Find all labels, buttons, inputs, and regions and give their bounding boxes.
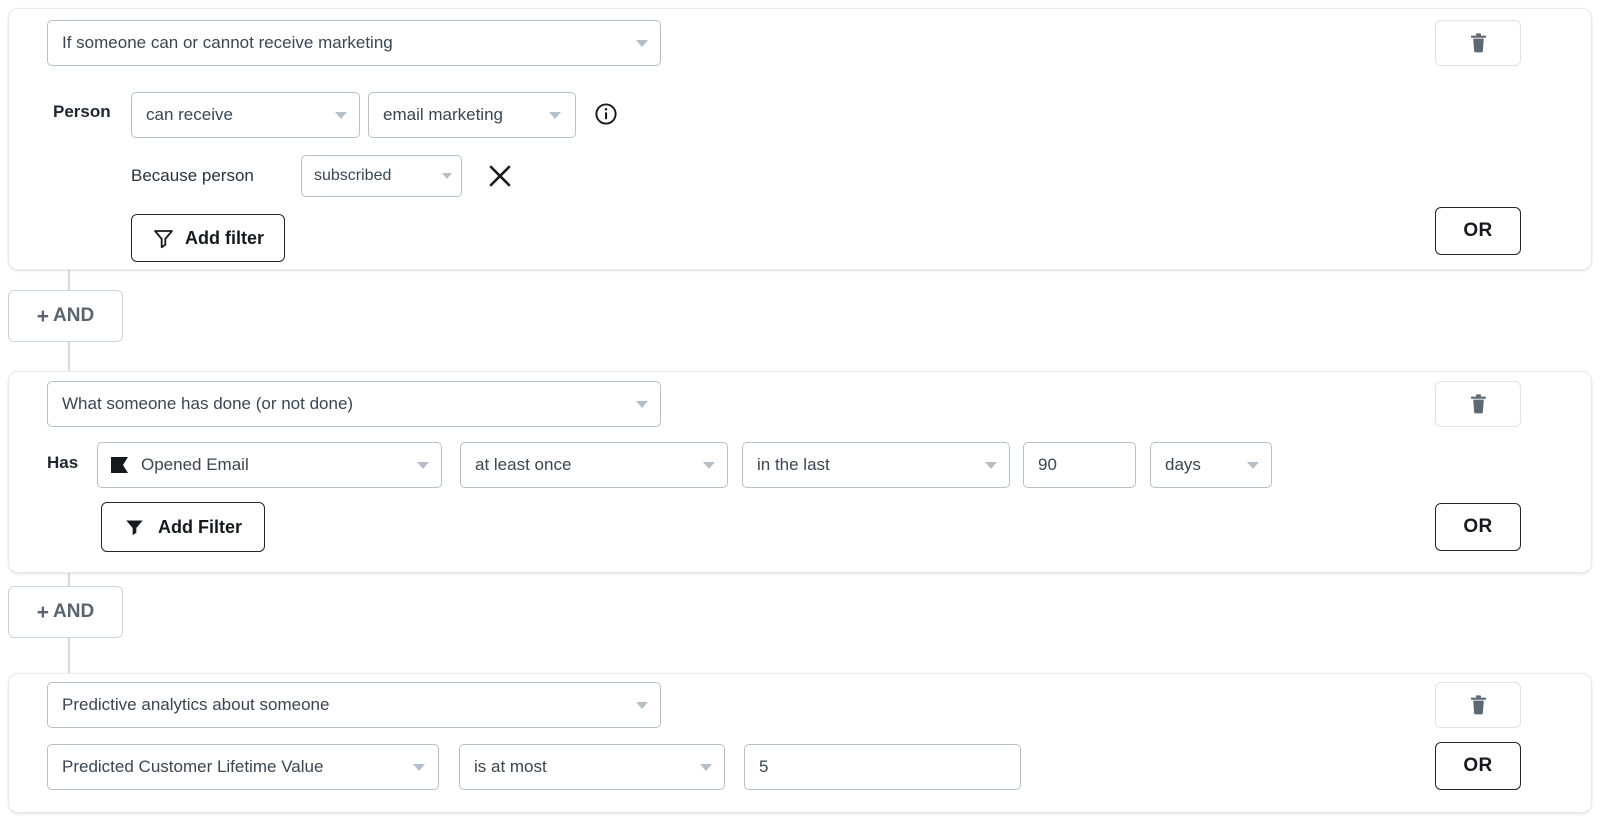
connector-line-4 [68, 635, 70, 674]
group-2-row-label: Has [47, 453, 78, 473]
group-2-add-filter-button[interactable]: Add Filter [101, 502, 265, 552]
group-2-type-value: What someone has done (or not done) [62, 394, 353, 414]
trash-icon [1470, 394, 1487, 414]
chevron-down-icon [413, 764, 425, 771]
group-3-operator-value: is at most [474, 757, 547, 777]
group-1-or-label: OR [1463, 220, 1492, 242]
and-button-label-2: AND [53, 601, 94, 623]
group-2-or-button[interactable]: OR [1435, 503, 1521, 551]
connector-line-2 [68, 338, 70, 372]
group-1-info-button[interactable] [594, 102, 618, 126]
segment-definition-canvas: If someone can or cannot receive marketi… [0, 0, 1600, 824]
plus-icon: + [37, 602, 49, 623]
group-1-reason-value: subscribed [314, 167, 391, 185]
group-2-metric-select[interactable]: Opened Email [97, 442, 442, 488]
klaviyo-flag-icon [110, 456, 132, 474]
group-3-value-input[interactable]: 5 [744, 744, 1021, 790]
condition-group-1: If someone can or cannot receive marketi… [8, 8, 1592, 270]
group-1-or-button[interactable]: OR [1435, 207, 1521, 255]
group-1-type-select[interactable]: If someone can or cannot receive marketi… [47, 20, 661, 66]
chevron-down-icon [985, 462, 997, 469]
trash-icon [1470, 695, 1487, 715]
group-2-or-label: OR [1463, 516, 1492, 538]
group-2-timeframe-value: in the last [757, 455, 830, 475]
chevron-down-icon [442, 173, 452, 179]
group-1-remove-reason-button[interactable] [487, 163, 513, 189]
group-1-channel-select[interactable]: email marketing [368, 92, 576, 138]
chevron-down-icon [1247, 462, 1259, 469]
group-1-type-value: If someone can or cannot receive marketi… [62, 33, 393, 53]
add-and-condition-button-2[interactable]: + AND [8, 586, 123, 638]
plus-icon: + [37, 306, 49, 327]
group-3-value-text: 5 [759, 757, 768, 777]
group-2-frequency-select[interactable]: at least once [460, 442, 728, 488]
group-2-add-filter-label: Add Filter [158, 517, 242, 538]
group-1-reason-select[interactable]: subscribed [301, 155, 462, 197]
chevron-down-icon [549, 112, 561, 119]
group-2-amount-input[interactable]: 90 [1023, 442, 1136, 488]
group-2-timeframe-select[interactable]: in the last [742, 442, 1010, 488]
group-3-or-button[interactable]: OR [1435, 742, 1521, 790]
group-3-attribute-value: Predicted Customer Lifetime Value [62, 757, 323, 777]
add-and-condition-button-1[interactable]: + AND [8, 290, 123, 342]
group-1-row-label: Person [53, 102, 111, 122]
group-3-type-value: Predictive analytics about someone [62, 695, 329, 715]
chevron-down-icon [636, 702, 648, 709]
condition-group-2: What someone has done (or not done) Has … [8, 371, 1592, 573]
group-2-unit-value: days [1165, 455, 1201, 475]
group-1-channel-value: email marketing [383, 105, 503, 125]
chevron-down-icon [700, 764, 712, 771]
group-1-delete-button[interactable] [1435, 20, 1521, 66]
group-1-reason-label: Because person [131, 166, 254, 186]
group-1-consent-value: can receive [146, 105, 233, 125]
group-2-delete-button[interactable] [1435, 381, 1521, 427]
condition-group-3: Predictive analytics about someone Predi… [8, 673, 1592, 813]
group-3-operator-select[interactable]: is at most [459, 744, 725, 790]
group-1-consent-select[interactable]: can receive [131, 92, 360, 138]
close-x-icon [487, 163, 513, 189]
chevron-down-icon [703, 462, 715, 469]
trash-icon [1470, 33, 1487, 53]
chevron-down-icon [636, 40, 648, 47]
group-2-amount-value: 90 [1038, 455, 1057, 475]
chevron-down-icon [335, 112, 347, 119]
and-button-label-1: AND [53, 305, 94, 327]
group-2-type-select[interactable]: What someone has done (or not done) [47, 381, 661, 427]
group-3-or-label: OR [1463, 755, 1492, 777]
group-3-attribute-select[interactable]: Predicted Customer Lifetime Value [47, 744, 439, 790]
group-2-frequency-value: at least once [475, 455, 571, 475]
group-3-type-select[interactable]: Predictive analytics about someone [47, 682, 661, 728]
group-3-delete-button[interactable] [1435, 682, 1521, 728]
filter-solid-icon [124, 517, 145, 538]
group-1-add-filter-label: Add filter [185, 228, 264, 249]
group-2-unit-select[interactable]: days [1150, 442, 1272, 488]
group-1-add-filter-button[interactable]: Add filter [131, 214, 285, 262]
info-circle-icon [594, 102, 618, 126]
chevron-down-icon [417, 462, 429, 469]
chevron-down-icon [636, 401, 648, 408]
group-2-metric-value: Opened Email [141, 455, 249, 475]
filter-outline-icon [152, 227, 175, 250]
